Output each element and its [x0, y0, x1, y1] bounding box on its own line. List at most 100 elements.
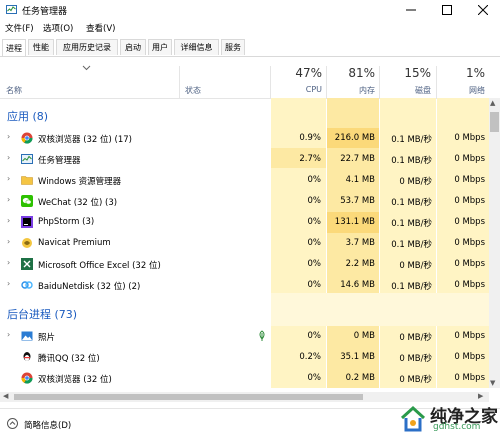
- memory-value: 3.7 MB: [345, 238, 375, 248]
- minimize-button[interactable]: [393, 0, 429, 19]
- table-row[interactable]: › BaiduNetdisk (32 位) (2) 0% 14.6 MB 0.1…: [0, 275, 489, 296]
- column-divider: [326, 66, 327, 98]
- menu-options[interactable]: 选项(O): [43, 22, 73, 34]
- scroll-right-icon[interactable]: ▶: [478, 392, 483, 400]
- expand-chevron-icon[interactable]: ›: [7, 153, 10, 162]
- expand-chevron-icon[interactable]: ›: [7, 174, 10, 183]
- process-name: Windows 资源管理器: [38, 177, 122, 187]
- expand-chevron-icon[interactable]: ›: [7, 330, 10, 339]
- disk-value: 0.1 MB/秒: [391, 198, 432, 208]
- memory-value: 0 MB: [353, 331, 375, 341]
- cpu-value: 0.9%: [299, 133, 321, 143]
- chrome-icon: [21, 372, 33, 384]
- group-background[interactable]: 后台进程 (73): [7, 306, 77, 322]
- process-name: WeChat (32 位) (3): [38, 198, 118, 208]
- table-row[interactable]: › Navicat Premium 0% 3.7 MB 0.1 MB/秒 0 M…: [0, 233, 489, 254]
- column-cpu[interactable]: CPU: [280, 85, 322, 94]
- tab-startup[interactable]: 启动: [120, 39, 146, 55]
- suspended-leaf-icon: [259, 330, 265, 341]
- tab-services[interactable]: 服务: [221, 39, 245, 55]
- column-divider: [270, 66, 271, 98]
- window-title: 任务管理器: [22, 7, 68, 17]
- tab-app-history[interactable]: 应用历史记录: [56, 39, 118, 55]
- maximize-button[interactable]: [429, 0, 465, 19]
- network-value: 0 Mbps: [454, 154, 485, 164]
- column-divider: [379, 66, 380, 98]
- column-network[interactable]: 网络: [440, 85, 485, 96]
- tab-details[interactable]: 详细信息: [174, 39, 219, 55]
- chrome-icon: [21, 132, 33, 144]
- cpu-value: 0%: [307, 238, 322, 248]
- menu-view[interactable]: 查看(V): [86, 22, 115, 34]
- cpu-value: 0%: [307, 373, 322, 383]
- horizontal-scroll-thumb[interactable]: [14, 394, 363, 400]
- scroll-left-icon[interactable]: ◀: [3, 392, 8, 400]
- column-status[interactable]: 状态: [185, 85, 201, 96]
- fewer-details-button[interactable]: 简略信息(D): [24, 419, 71, 431]
- cpu-value: 0%: [307, 331, 322, 341]
- network-value: 0 Mbps: [454, 331, 485, 341]
- process-name: BaiduNetdisk (32 位) (2): [38, 282, 141, 292]
- tab-processes[interactable]: 进程: [2, 39, 26, 56]
- column-disk[interactable]: 磁盘: [385, 85, 431, 96]
- disk-value: 0.1 MB/秒: [391, 135, 432, 145]
- expand-chevron-icon[interactable]: ›: [7, 195, 10, 204]
- column-divider: [179, 66, 180, 98]
- network-value: 0 Mbps: [454, 133, 485, 143]
- process-name: 照片: [38, 333, 56, 343]
- disk-value: 0.1 MB/秒: [391, 240, 432, 250]
- disk-value: 0.1 MB/秒: [391, 282, 432, 292]
- tab-users[interactable]: 用户: [148, 39, 172, 55]
- expand-chevron-icon[interactable]: ›: [7, 237, 10, 246]
- process-name: Microsoft Office Excel (32 位): [38, 261, 161, 271]
- cpu-value: 0%: [307, 259, 322, 269]
- table-row[interactable]: › Microsoft Office Excel (32 位) 0% 2.2 M…: [0, 254, 489, 275]
- scroll-down-icon[interactable]: ▼: [490, 379, 495, 387]
- network-value: 0 Mbps: [454, 352, 485, 362]
- collapse-up-icon[interactable]: [7, 418, 18, 429]
- cpu-value: 0%: [307, 196, 322, 206]
- expand-chevron-icon[interactable]: ›: [7, 132, 10, 141]
- memory-value: 53.7 MB: [340, 196, 375, 206]
- disk-value: 0.1 MB/秒: [391, 219, 432, 229]
- vertical-scroll-thumb[interactable]: [490, 112, 499, 132]
- cpu-value: 0%: [307, 175, 322, 185]
- watermark-url: gdhst.com: [433, 422, 481, 432]
- network-value: 0 Mbps: [454, 238, 485, 248]
- memory-value: 14.6 MB: [340, 280, 375, 290]
- tab-performance[interactable]: 性能: [28, 39, 54, 55]
- table-row[interactable]: 双核浏览器 (32 位) 0% 0.2 MB 0 MB/秒 0 Mbps: [0, 368, 489, 389]
- process-name: PhpStorm (3): [38, 217, 95, 227]
- group-apps[interactable]: 应用 (8): [7, 108, 48, 124]
- disk-value: 0 MB/秒: [399, 354, 432, 364]
- group-row-fill: [271, 293, 489, 326]
- close-button[interactable]: [465, 0, 500, 19]
- expand-chevron-icon[interactable]: ›: [7, 279, 10, 288]
- column-memory[interactable]: 内存: [330, 85, 375, 96]
- expand-chevron-icon[interactable]: ›: [7, 258, 10, 267]
- table-row[interactable]: 腾讯QQ (32 位) 0.2% 35.1 MB 0 MB/秒 0 Mbps: [0, 347, 489, 368]
- menu-file[interactable]: 文件(F): [5, 22, 34, 34]
- table-row[interactable]: › Windows 资源管理器 0% 4.1 MB 0 MB/秒 0 Mbps: [0, 170, 489, 191]
- vertical-scrollbar[interactable]: [489, 98, 500, 388]
- table-row[interactable]: › 任务管理器 2.7% 22.7 MB 0.1 MB/秒 0 Mbps: [0, 149, 489, 170]
- column-name[interactable]: 名称: [6, 85, 22, 96]
- memory-value: 2.2 MB: [345, 259, 375, 269]
- expand-chevron-icon[interactable]: ›: [7, 216, 10, 225]
- baidunetdisk-icon: [21, 281, 33, 289]
- scroll-up-icon[interactable]: ▲: [490, 99, 495, 107]
- cpu-value: 0.2%: [299, 352, 321, 362]
- table-row[interactable]: › 双核浏览器 (32 位) (17) 0.9% 216.0 MB 0.1 MB…: [0, 128, 489, 149]
- table-row[interactable]: › 照片 0% 0 MB 0 MB/秒 0 Mbps: [0, 326, 489, 347]
- process-name: 任务管理器: [38, 156, 81, 166]
- close-icon: [478, 4, 488, 15]
- taskmgr-icon: [21, 154, 33, 164]
- table-row[interactable]: › WeChat (32 位) (3) 0% 53.7 MB 0.1 MB/秒 …: [0, 191, 489, 212]
- sort-chevron-icon[interactable]: [82, 65, 91, 71]
- table-row[interactable]: › PhpStorm (3) 0% 131.1 MB 0.1 MB/秒 0 Mb…: [0, 212, 489, 233]
- disk-value: 0.1 MB/秒: [391, 156, 432, 166]
- wechat-icon: [21, 195, 33, 207]
- maximize-icon: [442, 4, 452, 15]
- photos-icon: [21, 331, 33, 341]
- process-name: 腾讯QQ (32 位): [38, 354, 100, 364]
